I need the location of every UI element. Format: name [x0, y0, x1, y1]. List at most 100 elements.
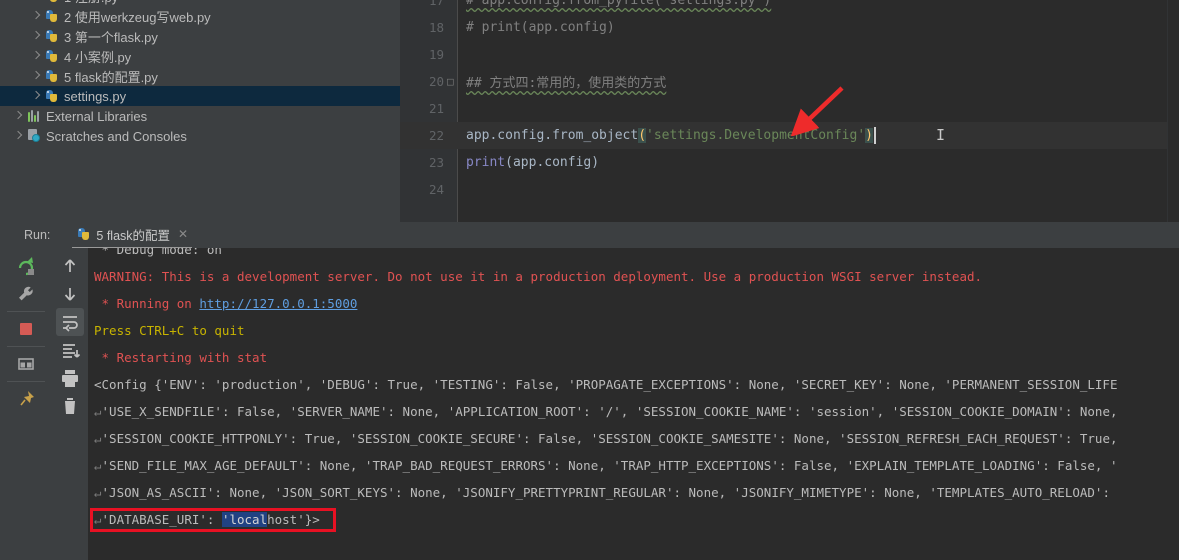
code-line-text: ## 方式四:常用的，使用类的方式	[466, 76, 667, 91]
console-line-warning: WARNING: This is a development server. D…	[94, 269, 983, 284]
settings-wrench-button[interactable]	[12, 280, 40, 308]
chevron-right-icon[interactable]	[30, 10, 42, 22]
code-editor[interactable]: 17 # app.config.from_pyfile('settings.py'…	[400, 0, 1179, 222]
code-line-22[interactable]: 22 app.config.from_object('settings.Devel…	[400, 122, 1179, 149]
tree-row-5[interactable]: settings.py	[0, 86, 400, 106]
tree-row-4[interactable]: 5 flask的配置.py	[0, 66, 400, 86]
console-line-press-ctrl-c: Press CTRL+C to quit	[94, 323, 245, 338]
run-tool-window: Run: 5 flask的配置 ✕ * Debug mode: on WARNI…	[0, 222, 1179, 560]
code-line-21[interactable]: 21	[400, 95, 1179, 122]
tree-row-6[interactable]: External Libraries	[0, 106, 400, 126]
code-fold-marker-icon[interactable]: □	[447, 75, 454, 88]
tree-row-label: 5 flask的配置.py	[64, 69, 158, 85]
run-tab-label: 5 flask的配置	[96, 228, 171, 243]
line-number: 21	[428, 101, 444, 116]
tree-row-7[interactable]: Scratches and Consoles	[0, 126, 400, 146]
toolbar-divider	[7, 346, 45, 347]
code-line-23[interactable]: 23 print(app.config)	[400, 149, 1179, 176]
selected-text: 'local	[221, 512, 268, 527]
code-line-20[interactable]: 20 ## 方式四:常用的，使用类的方式 □	[400, 68, 1179, 95]
close-icon[interactable]: ✕	[178, 228, 188, 240]
tree-row-label: Scratches and Consoles	[46, 128, 187, 144]
mouse-text-cursor-icon: I	[936, 126, 946, 144]
pycharm-window: 1 注册.py 2 使用werkzeug写web.py 3 第一个flask.py 4…	[0, 0, 1179, 560]
chevron-right-icon[interactable]	[30, 90, 42, 102]
run-toolbar-primary[interactable]	[0, 248, 52, 560]
scroll-to-end-button[interactable]	[56, 336, 84, 364]
project-tool-window[interactable]: 1 注册.py 2 使用werkzeug写web.py 3 第一个flask.py 4…	[0, 0, 400, 222]
stop-button[interactable]	[12, 315, 40, 343]
wrap-marker-icon: ↵	[94, 485, 102, 500]
console-line-config-6: ↵'DATABASE_URI': 'localhost'}>	[94, 512, 320, 527]
text-caret	[874, 127, 876, 144]
tree-row-label: settings.py	[64, 88, 127, 104]
line-number: 19	[428, 47, 444, 62]
line-number: 22	[428, 128, 444, 143]
editor-right-gutter[interactable]	[1167, 0, 1179, 222]
line-number: 23	[428, 155, 444, 170]
code-line-18[interactable]: 18 # print(app.config)	[400, 14, 1179, 41]
code-line-19[interactable]: 19	[400, 41, 1179, 68]
console-line-debug-mode: * Debug mode: on	[94, 248, 222, 257]
tree-row-label: 4 小案例.py	[64, 49, 132, 65]
line-number: 17	[428, 0, 444, 8]
wrap-marker-icon: ↵	[94, 431, 102, 446]
console-line-config-1: <Config {'ENV': 'production', 'DEBUG': T…	[94, 377, 1118, 392]
tree-row-label: 1 注册.py	[64, 0, 118, 6]
console-line-config-4: ↵'SEND_FILE_MAX_AGE_DEFAULT': None, 'TRA…	[94, 458, 1118, 473]
line-number: 24	[428, 182, 444, 197]
python-file-icon	[44, 68, 60, 84]
tree-row-label: 2 使用werkzeug写web.py	[64, 9, 211, 25]
wrap-marker-icon: ↵	[94, 512, 102, 527]
chevron-right-icon[interactable]	[30, 0, 42, 2]
toolbar-divider	[7, 381, 45, 382]
run-label: Run:	[24, 228, 51, 242]
python-file-icon	[76, 226, 92, 242]
python-file-icon	[44, 28, 60, 44]
run-configuration-tab[interactable]: 5 flask的配置 ✕	[72, 221, 193, 249]
console-line-config-2: ↵'USE_X_SENDFILE': False, 'SERVER_NAME':…	[94, 404, 1118, 419]
line-number: 20	[428, 74, 444, 89]
run-console-output[interactable]: * Debug mode: on WARNING: This is a devel…	[88, 248, 1179, 560]
console-line-config-5: ↵'JSON_AS_ASCII': None, 'JSON_SORT_KEYS'…	[94, 485, 1110, 500]
code-line-text: # app.config.from_pyfile('settings.py')	[466, 0, 772, 8]
python-file-icon	[44, 0, 60, 4]
up-arrow-button[interactable]	[56, 252, 84, 280]
pin-button[interactable]	[12, 385, 40, 413]
tree-row-1[interactable]: 2 使用werkzeug写web.py	[0, 6, 400, 26]
code-line-24[interactable]: 24	[400, 176, 1179, 203]
python-file-icon	[44, 8, 60, 24]
down-arrow-button[interactable]	[56, 280, 84, 308]
tree-row-2[interactable]: 3 第一个flask.py	[0, 26, 400, 46]
python-file-icon	[44, 88, 60, 104]
clear-all-trash-button[interactable]	[56, 392, 84, 420]
code-line-17[interactable]: 17 # app.config.from_pyfile('settings.py'…	[400, 0, 1179, 14]
wrap-marker-icon: ↵	[94, 404, 102, 419]
print-button[interactable]	[56, 364, 84, 392]
wrap-marker-icon: ↵	[94, 458, 102, 473]
soft-wrap-button[interactable]	[56, 308, 84, 336]
console-line-restarting: * Restarting with stat	[94, 350, 268, 365]
rerun-button[interactable]	[12, 252, 40, 280]
chevron-right-icon[interactable]	[12, 130, 24, 142]
console-line-running-on-prefix: * Running on http://127.0.0.1:5000	[94, 296, 358, 311]
chevron-right-icon[interactable]	[30, 50, 42, 62]
chevron-right-icon[interactable]	[30, 30, 42, 42]
tree-row-label: External Libraries	[46, 108, 148, 124]
toolbar-divider	[7, 311, 45, 312]
chevron-right-icon[interactable]	[30, 70, 42, 82]
line-number: 18	[428, 20, 444, 35]
python-file-icon	[44, 48, 60, 64]
layout-button[interactable]	[12, 350, 40, 378]
run-toolbar-secondary[interactable]	[52, 248, 88, 560]
external-libraries-icon	[26, 108, 42, 124]
code-line-text: # print(app.config)	[466, 20, 615, 35]
console-line-config-3: ↵'SESSION_COOKIE_HTTPONLY': True, 'SESSI…	[94, 431, 1118, 446]
chevron-right-icon[interactable]	[12, 110, 24, 122]
tree-row-label: 3 第一个flask.py	[64, 29, 158, 45]
server-url-link[interactable]: http://127.0.0.1:5000	[199, 296, 357, 311]
code-line-text: app.config.from_object('settings.Develop…	[466, 128, 873, 143]
scratches-consoles-icon	[26, 128, 42, 144]
tree-row-3[interactable]: 4 小案例.py	[0, 46, 400, 66]
run-tool-window-header: Run: 5 flask的配置 ✕	[0, 221, 1179, 249]
